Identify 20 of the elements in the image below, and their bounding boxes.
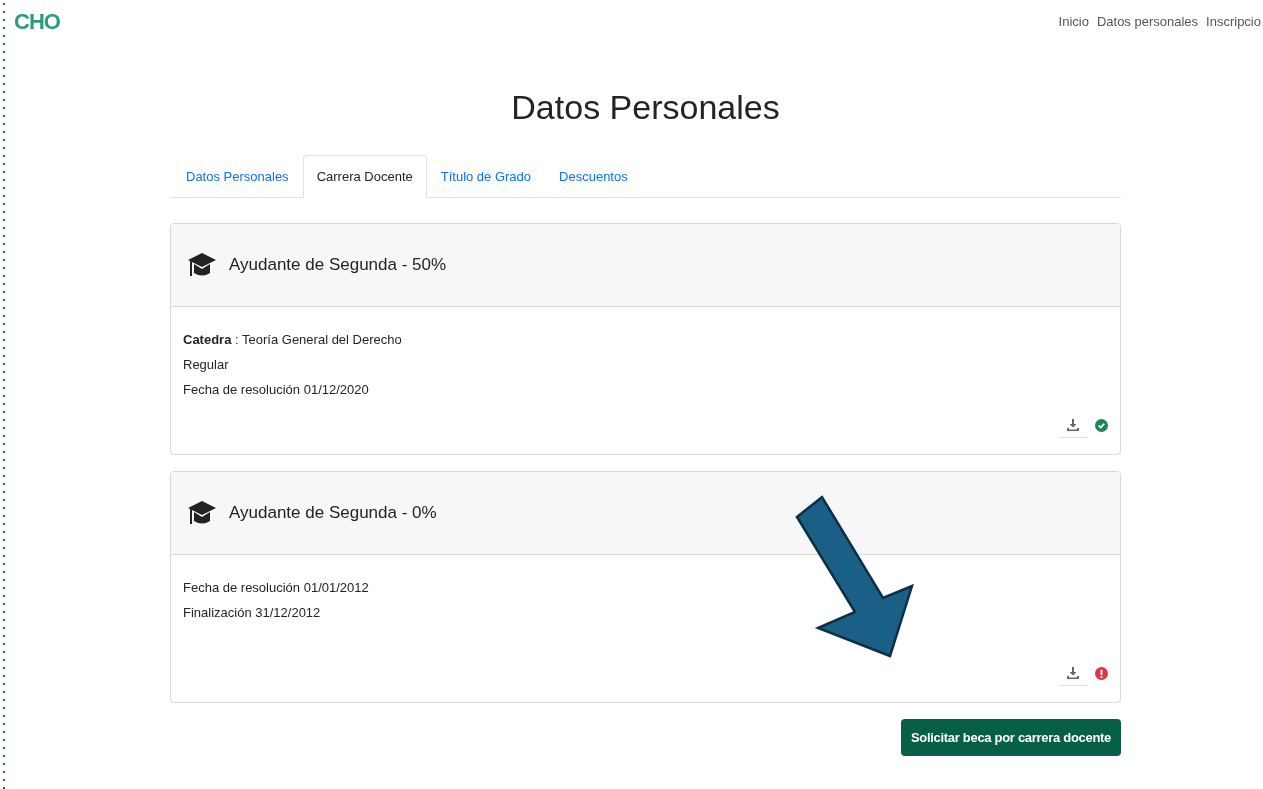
tab[interactable]: Título de Grado [426, 155, 546, 198]
nav-link[interactable]: Inicio [1058, 14, 1089, 29]
graduation-cap-icon [187, 499, 217, 527]
nav-link[interactable]: Inscripcio [1206, 14, 1261, 29]
tab[interactable]: Descuentos [545, 155, 642, 198]
nav-link[interactable]: Datos personales [1096, 14, 1199, 29]
graduation-cap-icon [187, 251, 217, 279]
card-title: Ayudante de Segunda - 50% [229, 255, 447, 275]
page-title: Datos Personales [510, 88, 781, 127]
tab[interactable]: Datos Personales [172, 155, 303, 198]
card-text: Finalización 31/12/2012 [183, 604, 322, 622]
card-text: Fecha de resolución 01/01/2012 [183, 579, 370, 597]
request-button[interactable]: Solicitar beca por carrera docente [900, 719, 1121, 756]
card-text: Catedra : Teoría General del Derecho [183, 331, 403, 349]
card-title: Ayudante de Segunda - 0% [229, 503, 437, 523]
card-text: Regular [183, 356, 230, 374]
tab[interactable]: Carrera Docente [302, 155, 427, 198]
card-text: Fecha de resolución 01/12/2020 [183, 381, 370, 399]
download-icon [1067, 666, 1079, 679]
download-icon [1067, 418, 1079, 431]
